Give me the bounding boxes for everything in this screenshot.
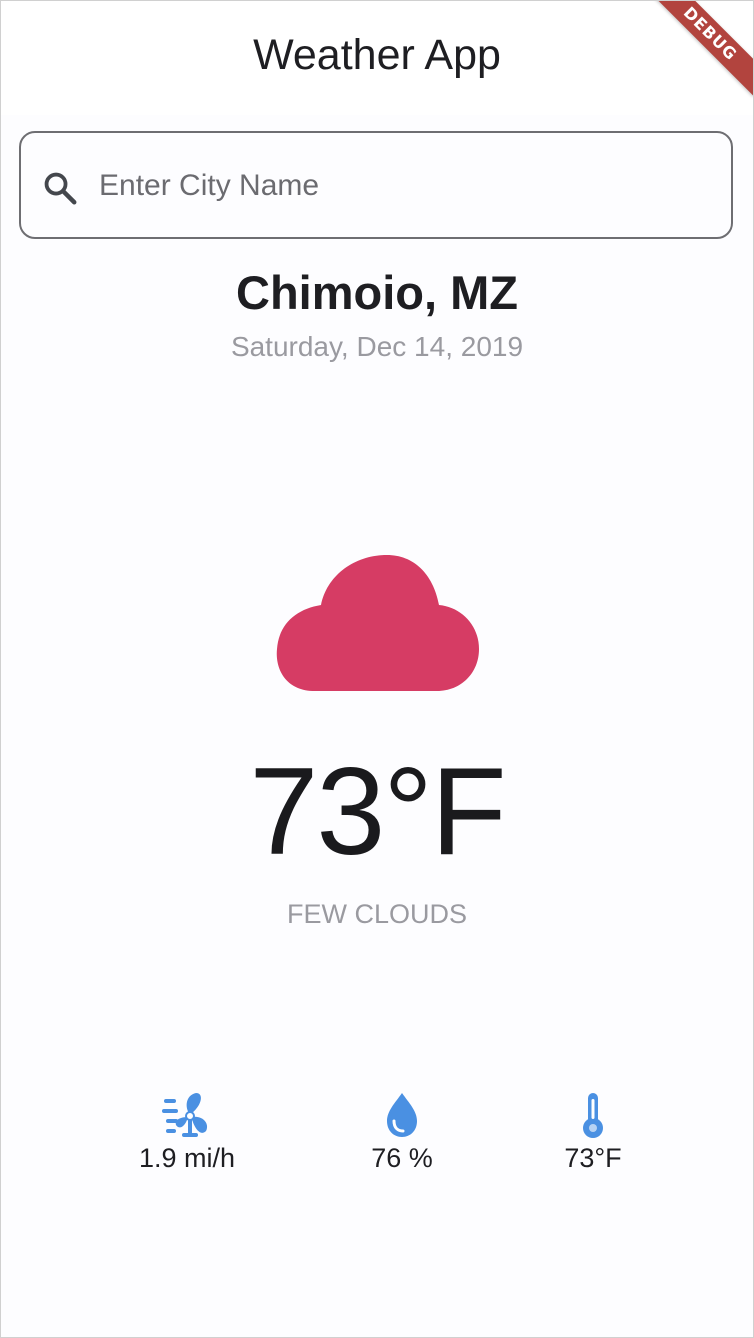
weather-condition: FEW CLOUDS — [286, 899, 467, 929]
page-title: Weather App — [253, 31, 501, 79]
search-box[interactable] — [19, 131, 733, 239]
water-drop-icon — [387, 1093, 417, 1137]
cloud-icon — [276, 555, 479, 691]
app-screen: Weather App DEBUG Chimoio, MZ Saturday, … — [0, 0, 754, 1338]
humidity-stat: 76 % — [312, 1091, 492, 1174]
wind-speed-value: 1.9 mi/h — [138, 1143, 236, 1173]
wind-fan-icon — [162, 1093, 208, 1137]
wind-stat: 1.9 mi/h — [97, 1091, 277, 1174]
app-bar: Weather App — [1, 1, 753, 115]
search-icon — [44, 172, 77, 205]
search-input[interactable] — [99, 161, 699, 211]
feels-like-value: 73°F — [564, 1143, 622, 1173]
temperature: 73°F — [249, 743, 506, 881]
city-name: Chimoio, MZ — [236, 266, 518, 319]
humidity-value: 76 % — [371, 1143, 433, 1173]
current-date: Saturday, Dec 14, 2019 — [230, 331, 524, 362]
feels-like-stat: 73°F — [503, 1091, 683, 1174]
thermometer-icon — [583, 1093, 603, 1138]
